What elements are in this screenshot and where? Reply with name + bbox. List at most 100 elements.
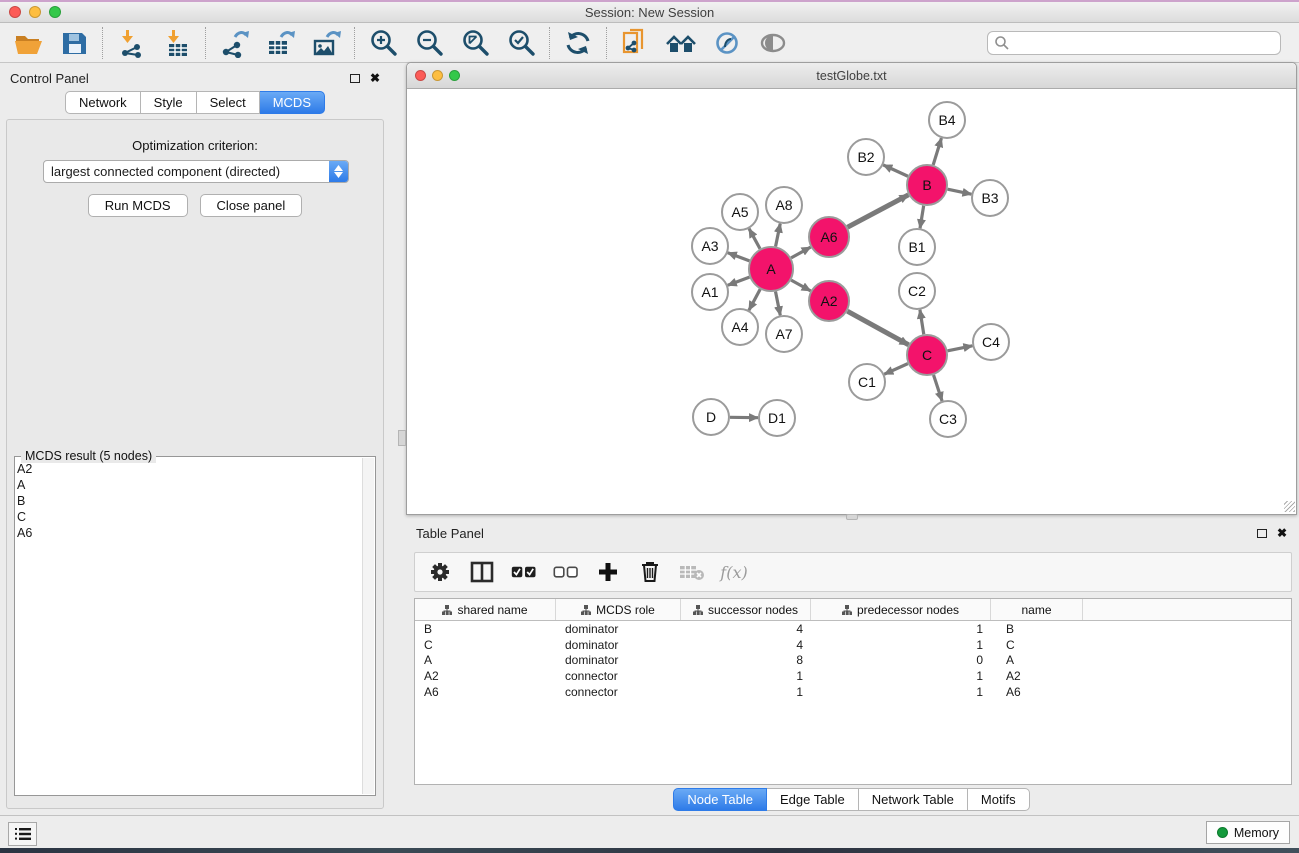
save-session-icon[interactable]	[58, 27, 90, 59]
graph-edge-C-C1[interactable]	[884, 364, 908, 375]
close-panel-button[interactable]: Close panel	[200, 194, 303, 217]
column-header-successor-nodes[interactable]: successor nodes	[681, 599, 811, 620]
tab-mcds[interactable]: MCDS	[260, 91, 325, 114]
graph-node-D[interactable]: D	[693, 399, 729, 435]
open-file-icon[interactable]	[12, 27, 44, 59]
tab-select[interactable]: Select	[197, 91, 260, 114]
table-cell[interactable]: 0	[811, 653, 991, 667]
graph-node-B[interactable]: B	[907, 165, 947, 205]
graph-edge-A6-B[interactable]	[848, 195, 909, 227]
graph-node-A6[interactable]: A6	[809, 217, 849, 257]
delete-table-icon[interactable]	[679, 559, 705, 585]
graph-node-B3[interactable]: B3	[972, 180, 1008, 216]
graph-edge-B-B1[interactable]	[920, 206, 924, 229]
column-header-name[interactable]: name	[991, 599, 1083, 620]
float-panel-icon[interactable]	[350, 74, 360, 83]
vertical-splitter-handle[interactable]	[398, 430, 406, 446]
tab-style[interactable]: Style	[141, 91, 197, 114]
graph-node-B2[interactable]: B2	[848, 139, 884, 175]
float-table-panel-icon[interactable]	[1257, 529, 1267, 538]
table-cell[interactable]: A2	[415, 669, 556, 683]
tab-motifs[interactable]: Motifs	[968, 788, 1030, 811]
delete-column-icon[interactable]	[637, 559, 663, 585]
table-cell[interactable]: A	[415, 653, 556, 667]
table-cell[interactable]: 1	[681, 685, 811, 699]
graph-node-C[interactable]: C	[907, 335, 947, 375]
table-cell[interactable]: 8	[681, 653, 811, 667]
graph-node-B1[interactable]: B1	[899, 229, 935, 265]
table-cell[interactable]: 1	[681, 669, 811, 683]
table-row[interactable]: A6connector11A6	[415, 684, 1291, 700]
graph-edge-A-A1[interactable]	[728, 277, 750, 285]
new-network-from-selection-icon[interactable]	[619, 27, 651, 59]
table-cell[interactable]: C	[415, 638, 556, 652]
search-input[interactable]	[987, 31, 1281, 55]
graph-node-C2[interactable]: C2	[899, 273, 935, 309]
table-cell[interactable]: 1	[811, 638, 991, 652]
column-header-predecessor-nodes[interactable]: predecessor nodes	[811, 599, 991, 620]
table-cell[interactable]: connector	[556, 685, 681, 699]
network-canvas[interactable]: B4B2BB3A8A5A6A3B1AA1C2A2A4A7C4CC1C3DD1	[407, 89, 1296, 513]
graph-edge-A-A8[interactable]	[776, 224, 781, 247]
graph-edge-B-B3[interactable]	[948, 189, 972, 194]
graph-node-A2[interactable]: A2	[809, 281, 849, 321]
table-cell[interactable]: A6	[415, 685, 556, 699]
table-settings-icon[interactable]	[427, 559, 453, 585]
tab-network-table[interactable]: Network Table	[859, 788, 968, 811]
table-cell[interactable]: 1	[811, 669, 991, 683]
graph-node-C1[interactable]: C1	[849, 364, 885, 400]
close-table-panel-icon[interactable]: ✖	[1277, 528, 1287, 538]
table-cell[interactable]: 4	[681, 638, 811, 652]
tab-node-table[interactable]: Node Table	[673, 788, 767, 811]
network-titlebar[interactable]: testGlobe.txt	[407, 63, 1296, 89]
graph-edge-C-C3[interactable]	[934, 375, 943, 401]
graph-node-A5[interactable]: A5	[722, 194, 758, 230]
graph-edge-A-A5[interactable]	[749, 229, 760, 249]
import-network-icon[interactable]	[115, 27, 147, 59]
graph-node-A[interactable]: A	[749, 247, 793, 291]
graph-node-A8[interactable]: A8	[766, 187, 802, 223]
graph-node-A7[interactable]: A7	[766, 316, 802, 352]
main-titlebar[interactable]: Session: New Session	[0, 2, 1299, 23]
table-cell[interactable]: A	[991, 653, 1083, 667]
deselect-all-icon[interactable]	[553, 559, 579, 585]
graph-edge-C-C2[interactable]	[920, 310, 924, 334]
graph-edge-A-A3[interactable]	[728, 253, 750, 261]
table-cell[interactable]: dominator	[556, 622, 681, 636]
tab-edge-table[interactable]: Edge Table	[767, 788, 859, 811]
result-scrollbar[interactable]	[362, 458, 374, 794]
select-all-icon[interactable]	[511, 559, 537, 585]
table-cell[interactable]: A2	[991, 669, 1083, 683]
table-cell[interactable]: C	[991, 638, 1083, 652]
column-header-MCDS-role[interactable]: MCDS role	[556, 599, 681, 620]
table-cell[interactable]: dominator	[556, 653, 681, 667]
graph-node-C4[interactable]: C4	[973, 324, 1009, 360]
table-row[interactable]: Adominator80A	[415, 653, 1291, 669]
table-cell[interactable]: connector	[556, 669, 681, 683]
mcds-result-item[interactable]: B	[17, 493, 361, 509]
export-table-icon[interactable]	[264, 27, 296, 59]
mcds-result-item[interactable]: C	[17, 509, 361, 525]
first-neighbors-icon[interactable]	[665, 27, 697, 59]
zoom-selected-icon[interactable]	[505, 27, 537, 59]
memory-button[interactable]: Memory	[1206, 821, 1290, 844]
graph-edge-A-A7[interactable]	[776, 292, 781, 316]
optimization-select[interactable]: largest connected component (directed)	[43, 160, 349, 183]
graph-edge-A2-C[interactable]	[847, 311, 908, 345]
table-cell[interactable]: B	[991, 622, 1083, 636]
mcds-result-item[interactable]: A6	[17, 525, 361, 541]
export-image-icon[interactable]	[310, 27, 342, 59]
graph-node-A1[interactable]: A1	[692, 274, 728, 310]
table-cell[interactable]: A6	[991, 685, 1083, 699]
table-row[interactable]: Cdominator41C	[415, 637, 1291, 653]
apply-layout-icon[interactable]	[562, 27, 594, 59]
table-cell[interactable]: 4	[681, 622, 811, 636]
graph-node-A3[interactable]: A3	[692, 228, 728, 264]
hide-graphics-details-icon[interactable]	[711, 27, 743, 59]
graph-edge-C-C4[interactable]	[948, 346, 973, 351]
graph-node-A4[interactable]: A4	[722, 309, 758, 345]
graph-edge-A-A4[interactable]	[749, 289, 760, 310]
graph-node-C3[interactable]: C3	[930, 401, 966, 437]
zoom-out-icon[interactable]	[413, 27, 445, 59]
task-history-button[interactable]	[8, 822, 37, 846]
